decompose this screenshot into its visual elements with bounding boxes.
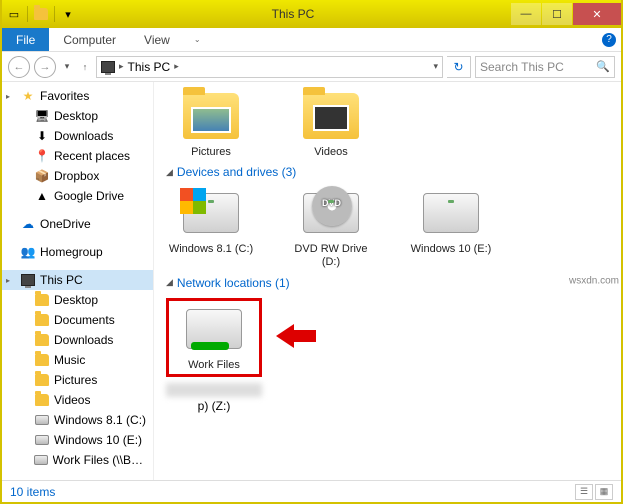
sidebar-pc-videos[interactable]: Videos	[2, 390, 153, 410]
navigation-pane: ▸ ★ Favorites ▸🖥Desktop ⬇Downloads 📍Rece…	[2, 82, 154, 480]
sidebar-pc-pictures[interactable]: Pictures	[2, 370, 153, 390]
downloads-icon: ⬇	[34, 128, 50, 144]
maximize-button[interactable]: ☐	[542, 3, 572, 25]
drive-icon	[35, 415, 49, 425]
sidebar-pc-documents[interactable]: Documents	[2, 310, 153, 330]
annotation-arrow-icon	[276, 322, 316, 350]
folder-pictures[interactable]: Pictures	[166, 90, 256, 159]
breadcrumb[interactable]: This PC	[128, 60, 171, 74]
drive-icon	[35, 435, 49, 445]
minimize-button[interactable]: —	[511, 3, 541, 25]
sidebar-item-desktop[interactable]: ▸🖥Desktop	[2, 106, 153, 126]
desktop-icon: 🖥	[34, 108, 50, 124]
folder-icon	[303, 93, 359, 139]
titlebar: ▭ ▾ This PC — ☐ ✕	[2, 0, 621, 28]
redacted-text	[166, 383, 262, 397]
gdrive-icon: ▲	[34, 188, 50, 204]
network-drive-icon	[34, 455, 48, 465]
search-placeholder: Search This PC	[480, 60, 592, 74]
sidebar-pc-drive-c[interactable]: Windows 8.1 (C:)	[2, 410, 153, 430]
sidebar-thispc[interactable]: ▸ This PC	[2, 270, 153, 290]
drive-c[interactable]: Windows 8.1 (C:)	[166, 187, 256, 269]
tab-view[interactable]: View	[130, 28, 184, 51]
status-bar: 10 items ☰ ▦	[2, 480, 621, 502]
recent-locations-button[interactable]: ▾	[60, 57, 74, 77]
drive-icon	[423, 193, 479, 233]
close-button[interactable]: ✕	[573, 3, 621, 25]
forward-button[interactable]: →	[34, 56, 56, 78]
search-input[interactable]: Search This PC 🔍	[475, 56, 615, 78]
sidebar-item-recent[interactable]: 📍Recent places	[2, 146, 153, 166]
address-bar[interactable]: ▸ This PC ▸ ▾	[96, 56, 443, 78]
watermark: wsxdn.com	[569, 276, 619, 287]
sidebar-item-dropbox[interactable]: 📦Dropbox	[2, 166, 153, 186]
address-bar-row: ← → ▾ ↑ ▸ This PC ▸ ▾ ↻ Search This PC 🔍	[2, 52, 621, 82]
star-icon: ★	[20, 88, 36, 104]
address-dropdown-icon[interactable]: ▾	[433, 61, 438, 72]
new-folder-icon[interactable]	[33, 6, 49, 22]
group-network-locations[interactable]: ◢ Network locations (1)	[166, 276, 609, 290]
network-drive-icon	[186, 309, 242, 349]
cloud-icon: ☁	[20, 216, 36, 232]
network-drive-workfiles[interactable]: Work Files	[166, 298, 262, 377]
sidebar-favorites[interactable]: ▸ ★ Favorites	[2, 86, 153, 106]
drive-d-dvd[interactable]: DVD DVD RW Drive (D:)	[286, 187, 376, 269]
tab-computer[interactable]: Computer	[49, 28, 130, 51]
search-icon: 🔍	[596, 60, 610, 73]
view-details-button[interactable]: ☰	[575, 484, 593, 500]
sidebar-pc-desktop[interactable]: Desktop	[2, 290, 153, 310]
sidebar-pc-downloads[interactable]: Downloads	[2, 330, 153, 350]
chevron-right-icon: ▸	[119, 61, 124, 72]
content-pane: Pictures Videos ◢ Devices and drives (3)…	[154, 82, 621, 480]
dropbox-icon: 📦	[34, 168, 50, 184]
group-devices-drives[interactable]: ◢ Devices and drives (3)	[166, 165, 609, 179]
help-button[interactable]: ?	[597, 28, 621, 51]
dvd-drive-icon: DVD	[303, 193, 359, 233]
drive-icon	[183, 193, 239, 233]
sidebar-item-downloads[interactable]: ⬇Downloads	[2, 126, 153, 146]
folder-videos[interactable]: Videos	[286, 90, 376, 159]
chevron-right-icon[interactable]: ▸	[174, 61, 179, 72]
folder-icon	[35, 314, 49, 326]
view-icons-button[interactable]: ▦	[595, 484, 613, 500]
folder-icon	[35, 394, 49, 406]
ribbon-expand[interactable]: ⌄	[184, 28, 207, 51]
sidebar-onedrive[interactable]: ☁ OneDrive	[2, 214, 153, 234]
sidebar-homegroup[interactable]: 👥 Homegroup	[2, 242, 153, 262]
pc-icon	[20, 272, 36, 288]
folder-icon	[183, 93, 239, 139]
drive-e[interactable]: Windows 10 (E:)	[406, 187, 496, 269]
refresh-button[interactable]: ↻	[447, 56, 471, 78]
recent-icon: 📍	[34, 148, 50, 164]
sidebar-item-googledrive[interactable]: ▲Google Drive	[2, 186, 153, 206]
sidebar-label: Favorites	[40, 89, 89, 103]
properties-icon[interactable]: ▭	[6, 6, 22, 22]
collapse-icon: ◢	[166, 277, 173, 288]
qa-dropdown-icon[interactable]: ▾	[60, 6, 76, 22]
pc-icon	[101, 61, 115, 73]
folder-icon	[35, 334, 49, 346]
network-drive-line2: p) (Z:)	[166, 399, 262, 413]
explorer-window: ▭ ▾ This PC — ☐ ✕ File Computer View ⌄ ?…	[0, 0, 623, 504]
sidebar-pc-music[interactable]: Music	[2, 350, 153, 370]
item-count: 10 items	[10, 485, 55, 499]
ribbon-tabs: File Computer View ⌄ ?	[2, 28, 621, 52]
back-button[interactable]: ←	[8, 56, 30, 78]
body: ▸ ★ Favorites ▸🖥Desktop ⬇Downloads 📍Rece…	[2, 82, 621, 480]
window-title: This PC	[76, 7, 510, 21]
folder-icon	[35, 374, 49, 386]
folder-icon	[35, 294, 49, 306]
quick-access-toolbar: ▭ ▾	[6, 6, 76, 22]
sidebar-pc-workfiles[interactable]: Work Files (\\BENZ	[2, 450, 153, 470]
help-icon: ?	[602, 33, 616, 47]
up-button[interactable]: ↑	[78, 57, 92, 77]
homegroup-icon: 👥	[20, 244, 36, 260]
sidebar-pc-drive-e[interactable]: Windows 10 (E:)	[2, 430, 153, 450]
folder-icon	[35, 354, 49, 366]
collapse-icon: ◢	[166, 167, 173, 178]
tab-file[interactable]: File	[2, 28, 49, 51]
